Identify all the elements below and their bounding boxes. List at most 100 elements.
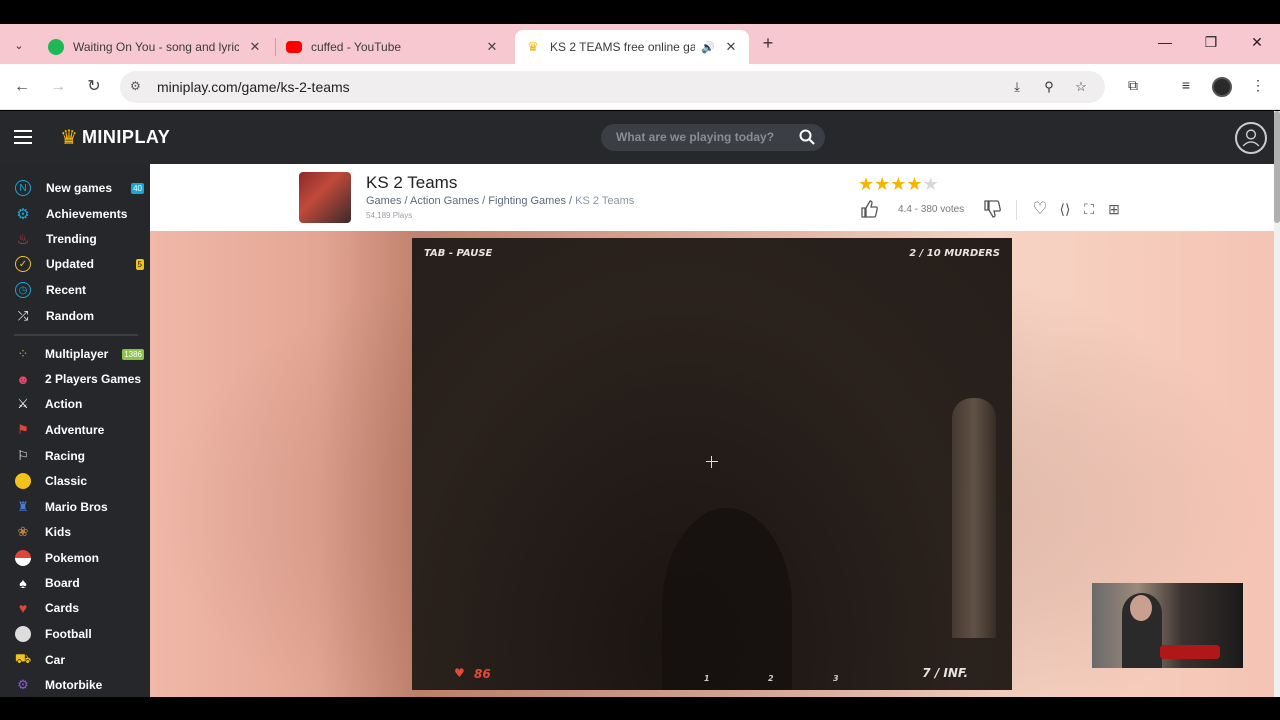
star-icon[interactable]: ★ <box>890 174 906 194</box>
star-icon[interactable]: ★ <box>923 174 939 194</box>
reload-button[interactable]: ↻ <box>83 76 105 98</box>
sidebar-item-new-games[interactable]: N New games 40 <box>0 176 150 200</box>
sidebar-item-label: Achievements <box>46 207 128 221</box>
breadcrumb: Games / Action Games / Fighting Games / … <box>366 195 635 207</box>
search-icon[interactable] <box>799 129 815 145</box>
rating-stars[interactable]: ★★★★★ <box>858 174 939 195</box>
sidebar-item-board[interactable]: ♠ Board <box>0 571 150 595</box>
forward-button[interactable]: → <box>47 76 69 98</box>
breadcrumb-link[interactable]: Games <box>366 195 401 207</box>
restore-button[interactable]: ❐ <box>1201 32 1221 52</box>
sidebar-item-label: Random <box>46 309 94 323</box>
screen: ⌄ Waiting On You - song and lyrics ✕ cuf… <box>0 0 1280 720</box>
close-icon[interactable]: ✕ <box>247 39 263 55</box>
sidebar-item-pokemon[interactable]: Pokemon <box>0 546 150 570</box>
star-icon[interactable]: ★ <box>874 174 890 194</box>
motorbike-icon: ⚙ <box>17 677 29 692</box>
category-sidebar: N New games 40 ⚙ Achievements ♨ Trending… <box>0 164 150 697</box>
game-canvas[interactable]: TAB - PAUSE 2 / 10 MURDERS ♥ 86 1 2 3 7 … <box>412 238 1012 690</box>
sidebar-item-motorbike[interactable]: ⚙ Motorbike <box>0 673 150 697</box>
breadcrumb-link[interactable]: Action Games <box>410 195 479 207</box>
sidebar-item-racing[interactable]: ⚐ Racing <box>0 444 150 468</box>
site-logo[interactable]: ♛ MINIPLAY <box>60 125 170 149</box>
sidebar-item-recent[interactable]: ◷ Recent <box>0 278 150 302</box>
votes-text: 4.4 - 380 votes <box>898 204 965 215</box>
sidebar-item-updated[interactable]: ✓ Updated 5 <box>0 252 150 276</box>
sidebar-item-label: Board <box>45 576 80 590</box>
heart-icon: ♥ <box>454 666 465 680</box>
sidebar-item-trending[interactable]: ♨ Trending <box>0 227 150 251</box>
count-badge: 5 <box>135 258 144 270</box>
hud-ammo: 7 / INF. <box>922 666 968 680</box>
plays-count: 54,189 Plays <box>366 211 413 220</box>
sidebar-item-label: Multiplayer <box>45 347 109 361</box>
ball-icon <box>15 626 31 642</box>
browser-toolbar: ← → ↻ ⚙ miniplay.com/game/ks-2-teams ⤓ ⚲… <box>0 64 1280 110</box>
cards-icon: ♥ <box>18 600 28 616</box>
add-to-screen-icon[interactable]: ⊞ <box>1104 199 1124 219</box>
sidebar-item-label: Action <box>45 397 83 411</box>
sidebar-item-achievements[interactable]: ⚙ Achievements <box>0 202 150 226</box>
sidebar-item-random[interactable]: ⤮ Random <box>0 304 150 328</box>
scrollbar-thumb[interactable] <box>1274 111 1280 223</box>
user-account-icon[interactable] <box>1235 122 1267 154</box>
webcam-object <box>1160 645 1220 659</box>
sidebar-item-car[interactable]: ⛟ Car <box>0 648 150 672</box>
checkered-flag-icon: ⚐ <box>17 448 29 463</box>
sidebar-item-football[interactable]: Football <box>0 622 150 646</box>
page-title: KS 2 Teams <box>366 173 458 192</box>
embed-code-icon[interactable]: ⟨⟩ <box>1055 199 1075 219</box>
crown-icon: ♛ <box>60 126 78 149</box>
sidebar-item-action[interactable]: ⚔ Action <box>0 392 150 416</box>
count-badge: 40 <box>131 182 144 194</box>
url-text[interactable]: miniplay.com/game/ks-2-teams <box>157 79 350 95</box>
game-pillar <box>952 398 996 638</box>
bookmark-star-icon[interactable]: ☆ <box>1072 79 1090 97</box>
tab-spotify[interactable]: Waiting On You - song and lyrics ✕ <box>38 30 273 64</box>
close-window-button[interactable]: ✕ <box>1247 32 1267 52</box>
search-input[interactable]: What are we playing today? <box>616 130 774 144</box>
sidebar-item-cards[interactable]: ♥ Cards <box>0 596 150 620</box>
sidebar-item-kids[interactable]: ❀ Kids <box>0 520 150 544</box>
site-settings-icon[interactable]: ⚙ <box>130 79 146 95</box>
new-icon: N <box>15 180 31 196</box>
close-icon[interactable]: ✕ <box>723 39 739 55</box>
multiplayer-icon: ⁘ <box>17 346 29 361</box>
tab-youtube[interactable]: cuffed - YouTube ✕ <box>276 30 510 64</box>
zoom-icon[interactable]: ⚲ <box>1040 79 1058 97</box>
address-bar[interactable]: ⚙ miniplay.com/game/ks-2-teams ⤓ ⚲ ☆ <box>120 71 1105 103</box>
new-tab-button[interactable]: + <box>759 33 777 55</box>
hud-health: 86 <box>474 667 491 681</box>
back-button[interactable]: ← <box>11 76 33 98</box>
sidebar-item-classic[interactable]: Classic <box>0 469 150 493</box>
star-icon[interactable]: ★ <box>858 174 874 194</box>
speaker-icon[interactable]: 🔊 <box>701 41 715 54</box>
menu-kebab-icon[interactable]: ⋮ <box>1248 77 1268 97</box>
fullscreen-icon[interactable]: ⛶ <box>1079 199 1099 219</box>
thumbs-up-icon[interactable] <box>859 199 879 219</box>
sidebar-item-mario-bros[interactable]: ♜ Mario Bros <box>0 495 150 519</box>
star-icon[interactable]: ★ <box>906 174 922 194</box>
two-players-icon: ☻ <box>16 371 30 387</box>
hamburger-menu-icon[interactable] <box>14 130 32 144</box>
breadcrumb-link[interactable]: Fighting Games <box>488 195 566 207</box>
extensions-icon[interactable]: ⧉ <box>1123 77 1143 97</box>
tab-search-button[interactable]: ⌄ <box>8 34 30 56</box>
sidebar-item-multiplayer[interactable]: ⁘ Multiplayer 1386 <box>0 342 150 366</box>
heart-icon[interactable]: ♡ <box>1030 199 1050 219</box>
logo-text: MINIPLAY <box>81 126 171 147</box>
sidebar-item-2-players[interactable]: ☻ 2 Players Games <box>0 367 150 391</box>
minimize-button[interactable]: — <box>1155 32 1175 52</box>
media-control-icon[interactable]: ≡ <box>1176 77 1196 97</box>
sidebar-item-label: Updated <box>46 257 94 271</box>
thumbs-down-icon[interactable] <box>982 199 1002 219</box>
site-search[interactable]: What are we playing today? <box>601 124 825 151</box>
close-icon[interactable]: ✕ <box>484 39 500 55</box>
tab-miniplay[interactable]: ♛ KS 2 TEAMS free online game 🔊 ✕ <box>515 30 749 64</box>
sidebar-item-label: New games <box>46 181 113 195</box>
profile-avatar[interactable] <box>1212 77 1232 97</box>
install-app-icon[interactable]: ⤓ <box>1008 79 1026 97</box>
sidebar-item-adventure[interactable]: ⚑ Adventure <box>0 418 150 442</box>
webcam-face <box>1130 595 1152 621</box>
sidebar-item-label: Motorbike <box>45 678 103 692</box>
